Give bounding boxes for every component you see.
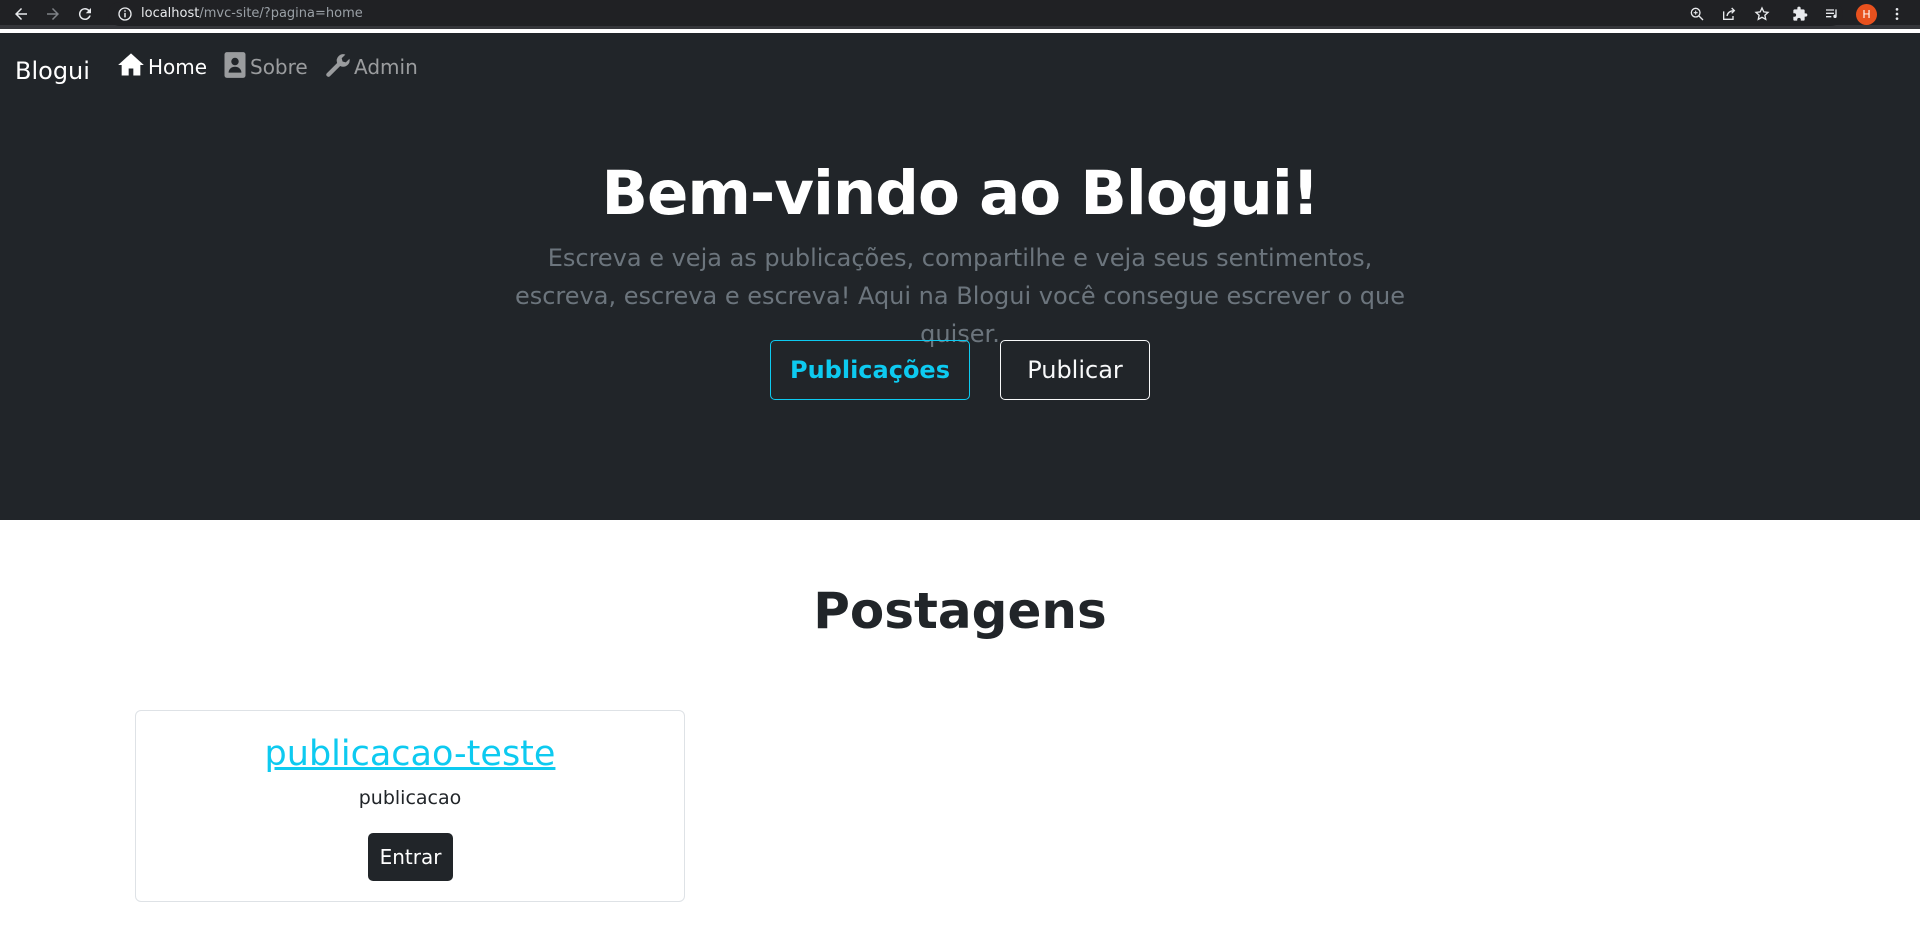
site-navbar: Blogui Home Sobre Admin [0, 33, 1920, 93]
kebab-menu-icon [1895, 8, 1899, 20]
hero-title: Bem-vindo ao Blogui! [601, 158, 1319, 229]
url-text[interactable]: localhost/mvc-site/?pagina=home [141, 6, 363, 21]
extensions-button[interactable] [1790, 4, 1810, 24]
post-card: publicacao-teste publicacao Entrar [135, 710, 685, 902]
reload-button[interactable] [73, 2, 97, 26]
bookmark-button[interactable] [1752, 4, 1772, 24]
contact-card-icon [224, 52, 246, 78]
wrench-icon [326, 54, 350, 77]
post-excerpt: publicacao [358, 787, 462, 809]
share-icon [1723, 7, 1736, 20]
forward-button[interactable] [41, 2, 65, 26]
house-icon [118, 53, 144, 76]
nav-item-admin-label: Admin [354, 55, 418, 79]
media-list-icon [1826, 9, 1837, 19]
address-bar[interactable]: localhost/mvc-site/?pagina=home [108, 2, 1843, 26]
post-enter-button[interactable]: Entrar [368, 833, 453, 881]
zoom-button[interactable] [1687, 4, 1707, 24]
hero-lead: Escreva e veja as publicações, compartil… [514, 244, 1406, 348]
brand-link[interactable]: Blogui [15, 57, 90, 85]
arrow-left-icon [15, 8, 27, 20]
menu-button[interactable] [1887, 4, 1907, 24]
profile-avatar[interactable]: H [1856, 4, 1877, 25]
posts-heading: Postagens [813, 582, 1107, 640]
post-title-link[interactable]: publicacao-teste [136, 734, 684, 774]
share-button[interactable] [1719, 4, 1739, 24]
url-host: localhost [141, 6, 200, 21]
publicacoes-button[interactable]: Publicações [770, 340, 970, 400]
zoom-icon [1690, 7, 1704, 21]
publicar-button[interactable]: Publicar [1000, 340, 1150, 400]
nav-item-home-label: Home [148, 55, 208, 79]
nav-item-sobre[interactable]: Sobre [223, 51, 308, 79]
nav-item-admin[interactable]: Admin [325, 51, 418, 79]
puzzle-icon [1793, 6, 1808, 21]
nav-item-sobre-label: Sobre [250, 55, 308, 79]
url-path: /mvc-site/?pagina=home [199, 6, 363, 21]
info-icon[interactable] [116, 5, 134, 23]
reload-icon [78, 8, 91, 21]
arrow-right-icon [47, 8, 59, 20]
browser-toolbar: localhost/mvc-site/?pagina=home H [0, 0, 1920, 29]
reading-list-button[interactable] [1822, 4, 1842, 24]
back-button[interactable] [9, 2, 33, 26]
star-icon [1754, 6, 1770, 21]
nav-item-home[interactable]: Home [117, 51, 207, 79]
hero-section: Bem-vindo ao Blogui! Escreva e veja as p… [0, 93, 1920, 520]
